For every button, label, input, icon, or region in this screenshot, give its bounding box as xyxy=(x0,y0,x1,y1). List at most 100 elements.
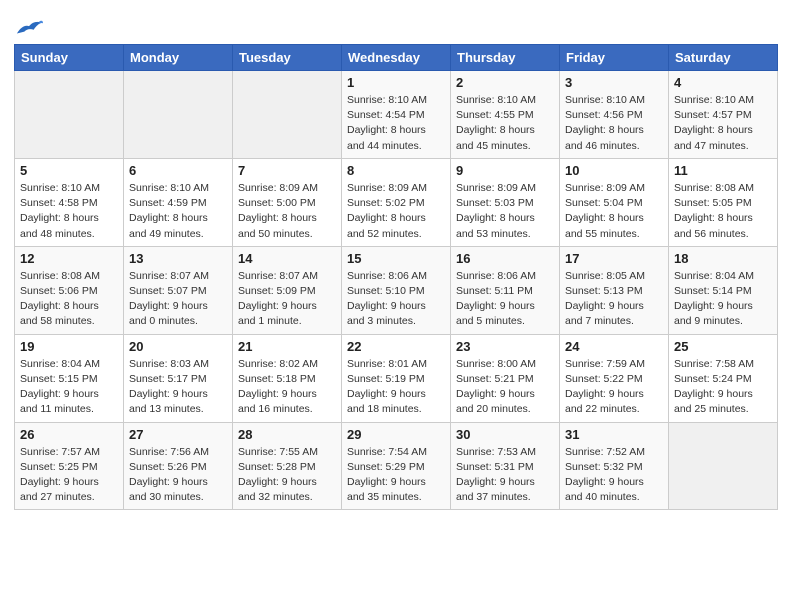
calendar-cell: 3 Sunrise: 8:10 AMSunset: 4:56 PMDaylight… xyxy=(560,71,669,159)
calendar-cell xyxy=(15,71,124,159)
day-info: Sunrise: 8:10 AMSunset: 4:57 PMDaylight:… xyxy=(674,93,772,154)
page: SundayMondayTuesdayWednesdayThursdayFrid… xyxy=(0,0,792,520)
weekday-header-thursday: Thursday xyxy=(451,45,560,71)
day-info: Sunrise: 8:05 AMSunset: 5:13 PMDaylight:… xyxy=(565,269,663,330)
day-number: 20 xyxy=(129,339,227,354)
day-info: Sunrise: 8:00 AMSunset: 5:21 PMDaylight:… xyxy=(456,357,554,418)
day-info: Sunrise: 8:06 AMSunset: 5:11 PMDaylight:… xyxy=(456,269,554,330)
day-info: Sunrise: 8:07 AMSunset: 5:09 PMDaylight:… xyxy=(238,269,336,330)
day-info: Sunrise: 7:54 AMSunset: 5:29 PMDaylight:… xyxy=(347,445,445,506)
day-number: 26 xyxy=(20,427,118,442)
day-number: 18 xyxy=(674,251,772,266)
calendar-cell: 1 Sunrise: 8:10 AMSunset: 4:54 PMDaylight… xyxy=(342,71,451,159)
day-info: Sunrise: 8:08 AMSunset: 5:06 PMDaylight:… xyxy=(20,269,118,330)
day-number: 23 xyxy=(456,339,554,354)
calendar-cell: 7 Sunrise: 8:09 AMSunset: 5:00 PMDaylight… xyxy=(233,158,342,246)
logo xyxy=(14,14,45,38)
day-number: 3 xyxy=(565,75,663,90)
day-info: Sunrise: 8:09 AMSunset: 5:04 PMDaylight:… xyxy=(565,181,663,242)
calendar-cell: 25 Sunrise: 7:58 AMSunset: 5:24 PMDayligh… xyxy=(669,334,778,422)
day-info: Sunrise: 8:10 AMSunset: 4:58 PMDaylight:… xyxy=(20,181,118,242)
day-info: Sunrise: 7:52 AMSunset: 5:32 PMDaylight:… xyxy=(565,445,663,506)
calendar-cell: 30Sunrise: 7:53 AMSunset: 5:31 PMDayligh… xyxy=(451,422,560,510)
day-number: 28 xyxy=(238,427,336,442)
calendar-cell: 15Sunrise: 8:06 AMSunset: 5:10 PMDayligh… xyxy=(342,246,451,334)
weekday-header-wednesday: Wednesday xyxy=(342,45,451,71)
calendar-cell: 27Sunrise: 7:56 AMSunset: 5:26 PMDayligh… xyxy=(124,422,233,510)
day-info: Sunrise: 7:59 AMSunset: 5:22 PMDaylight:… xyxy=(565,357,663,418)
calendar-cell: 10 Sunrise: 8:09 AMSunset: 5:04 PMDayligh… xyxy=(560,158,669,246)
calendar-cell: 31 Sunrise: 7:52 AMSunset: 5:32 PMDayligh… xyxy=(560,422,669,510)
day-info: Sunrise: 7:57 AMSunset: 5:25 PMDaylight:… xyxy=(20,445,118,506)
day-number: 9 xyxy=(456,163,554,178)
day-number: 4 xyxy=(674,75,772,90)
day-info: Sunrise: 8:08 AMSunset: 5:05 PMDaylight:… xyxy=(674,181,772,242)
day-number: 11 xyxy=(674,163,772,178)
day-info: Sunrise: 7:55 AMSunset: 5:28 PMDaylight:… xyxy=(238,445,336,506)
calendar-cell: 16 Sunrise: 8:06 AMSunset: 5:11 PMDayligh… xyxy=(451,246,560,334)
calendar-cell: 8 Sunrise: 8:09 AMSunset: 5:02 PMDaylight… xyxy=(342,158,451,246)
calendar-cell: 13Sunrise: 8:07 AMSunset: 5:07 PMDayligh… xyxy=(124,246,233,334)
calendar-cell: 12 Sunrise: 8:08 AMSunset: 5:06 PMDayligh… xyxy=(15,246,124,334)
day-info: Sunrise: 8:04 AMSunset: 5:14 PMDaylight:… xyxy=(674,269,772,330)
weekday-header-saturday: Saturday xyxy=(669,45,778,71)
day-number: 30 xyxy=(456,427,554,442)
day-number: 21 xyxy=(238,339,336,354)
calendar-cell: 21 Sunrise: 8:02 AMSunset: 5:18 PMDayligh… xyxy=(233,334,342,422)
calendar-cell: 29Sunrise: 7:54 AMSunset: 5:29 PMDayligh… xyxy=(342,422,451,510)
day-info: Sunrise: 8:10 AMSunset: 4:55 PMDaylight:… xyxy=(456,93,554,154)
day-info: Sunrise: 8:01 AMSunset: 5:19 PMDaylight:… xyxy=(347,357,445,418)
calendar-cell: 9 Sunrise: 8:09 AMSunset: 5:03 PMDaylight… xyxy=(451,158,560,246)
calendar-cell: 4 Sunrise: 8:10 AMSunset: 4:57 PMDaylight… xyxy=(669,71,778,159)
day-number: 7 xyxy=(238,163,336,178)
day-number: 8 xyxy=(347,163,445,178)
day-info: Sunrise: 8:09 AMSunset: 5:02 PMDaylight:… xyxy=(347,181,445,242)
day-info: Sunrise: 8:10 AMSunset: 4:54 PMDaylight:… xyxy=(347,93,445,154)
day-number: 10 xyxy=(565,163,663,178)
day-number: 25 xyxy=(674,339,772,354)
day-info: Sunrise: 8:09 AMSunset: 5:00 PMDaylight:… xyxy=(238,181,336,242)
day-info: Sunrise: 8:09 AMSunset: 5:03 PMDaylight:… xyxy=(456,181,554,242)
day-number: 14 xyxy=(238,251,336,266)
calendar-table: SundayMondayTuesdayWednesdayThursdayFrid… xyxy=(14,44,778,510)
day-info: Sunrise: 8:07 AMSunset: 5:07 PMDaylight:… xyxy=(129,269,227,330)
day-number: 6 xyxy=(129,163,227,178)
calendar-cell: 17 Sunrise: 8:05 AMSunset: 5:13 PMDayligh… xyxy=(560,246,669,334)
calendar-cell xyxy=(233,71,342,159)
week-row-5: 26 Sunrise: 7:57 AMSunset: 5:25 PMDayligh… xyxy=(15,422,778,510)
day-number: 5 xyxy=(20,163,118,178)
day-number: 19 xyxy=(20,339,118,354)
calendar-cell: 26 Sunrise: 7:57 AMSunset: 5:25 PMDayligh… xyxy=(15,422,124,510)
day-number: 17 xyxy=(565,251,663,266)
day-info: Sunrise: 8:02 AMSunset: 5:18 PMDaylight:… xyxy=(238,357,336,418)
weekday-header-sunday: Sunday xyxy=(15,45,124,71)
calendar-cell: 18 Sunrise: 8:04 AMSunset: 5:14 PMDayligh… xyxy=(669,246,778,334)
calendar-cell: 11 Sunrise: 8:08 AMSunset: 5:05 PMDayligh… xyxy=(669,158,778,246)
weekday-header-tuesday: Tuesday xyxy=(233,45,342,71)
day-number: 15 xyxy=(347,251,445,266)
calendar-cell: 22 Sunrise: 8:01 AMSunset: 5:19 PMDayligh… xyxy=(342,334,451,422)
weekday-header-friday: Friday xyxy=(560,45,669,71)
day-info: Sunrise: 8:10 AMSunset: 4:56 PMDaylight:… xyxy=(565,93,663,154)
weekday-header-monday: Monday xyxy=(124,45,233,71)
logo-bird-icon xyxy=(15,16,43,38)
calendar-cell: 20 Sunrise: 8:03 AMSunset: 5:17 PMDayligh… xyxy=(124,334,233,422)
day-info: Sunrise: 8:03 AMSunset: 5:17 PMDaylight:… xyxy=(129,357,227,418)
calendar-cell: 24 Sunrise: 7:59 AMSunset: 5:22 PMDayligh… xyxy=(560,334,669,422)
day-number: 24 xyxy=(565,339,663,354)
calendar-cell: 19 Sunrise: 8:04 AMSunset: 5:15 PMDayligh… xyxy=(15,334,124,422)
day-info: Sunrise: 8:04 AMSunset: 5:15 PMDaylight:… xyxy=(20,357,118,418)
day-number: 2 xyxy=(456,75,554,90)
day-info: Sunrise: 7:56 AMSunset: 5:26 PMDaylight:… xyxy=(129,445,227,506)
calendar-cell xyxy=(669,422,778,510)
weekday-header-row: SundayMondayTuesdayWednesdayThursdayFrid… xyxy=(15,45,778,71)
day-number: 22 xyxy=(347,339,445,354)
calendar-cell: 23 Sunrise: 8:00 AMSunset: 5:21 PMDayligh… xyxy=(451,334,560,422)
day-number: 16 xyxy=(456,251,554,266)
day-number: 12 xyxy=(20,251,118,266)
day-number: 31 xyxy=(565,427,663,442)
day-number: 1 xyxy=(347,75,445,90)
calendar-cell: 14 Sunrise: 8:07 AMSunset: 5:09 PMDayligh… xyxy=(233,246,342,334)
day-info: Sunrise: 7:58 AMSunset: 5:24 PMDaylight:… xyxy=(674,357,772,418)
day-info: Sunrise: 8:10 AMSunset: 4:59 PMDaylight:… xyxy=(129,181,227,242)
